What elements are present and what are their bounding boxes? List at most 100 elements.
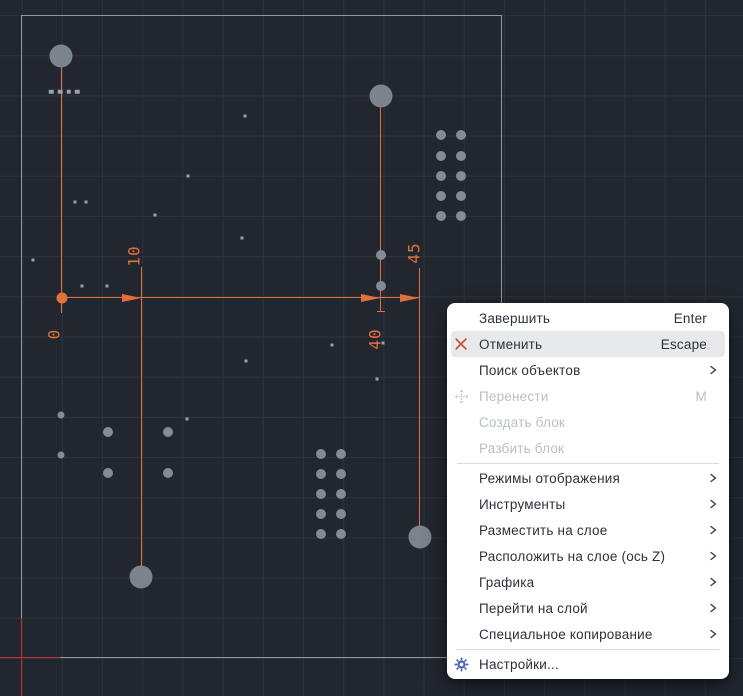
- drawing-circle[interactable]: [129, 565, 152, 588]
- drawing-dot[interactable]: [162, 427, 173, 437]
- dimension-line[interactable]: [60, 56, 63, 313]
- drawing-dot[interactable]: [315, 448, 326, 459]
- menu-item-poisk-obektov[interactable]: Поиск объектов: [451, 357, 725, 383]
- drawing-dot[interactable]: [375, 250, 386, 260]
- drawing-square-marker: [57, 89, 63, 94]
- drawing-dot[interactable]: [455, 190, 466, 201]
- menu-item-label: Настройки...: [479, 656, 559, 672]
- submenu-arrow-icon: [707, 498, 719, 510]
- drawing-dot[interactable]: [336, 528, 346, 539]
- drawing-dot-small[interactable]: [57, 451, 64, 459]
- menu-item-label: Расположить на слое (ось Z): [479, 548, 666, 564]
- menu-item-specialnoe-kopirovanie[interactable]: Специальное копирование: [451, 621, 725, 647]
- menu-item-razmestit-na-sloe[interactable]: Разместить на слое: [451, 517, 725, 543]
- dimension-origin-point[interactable]: [56, 292, 67, 303]
- menu-item-icon-slot: [451, 548, 471, 564]
- drawing-dot-small[interactable]: [57, 411, 64, 418]
- drawing-dot[interactable]: [455, 130, 466, 140]
- menu-item-perenesti: Перенести M: [451, 383, 725, 409]
- drawing-dot[interactable]: [455, 210, 466, 221]
- dimension-text: 0: [44, 328, 64, 340]
- menu-separator: [457, 462, 719, 464]
- drawing-square-marker: [74, 89, 80, 94]
- menu-separator: [457, 648, 719, 650]
- menu-item-instrumenty[interactable]: Инструменты: [451, 491, 725, 517]
- drawing-dot[interactable]: [102, 467, 113, 478]
- menu-item-icon-slot: [451, 310, 471, 326]
- sheet-frame: [21, 15, 502, 658]
- drawing-dot[interactable]: [315, 468, 326, 479]
- submenu-arrow-icon: [707, 364, 719, 376]
- drawing-speckle: [73, 200, 77, 204]
- menu-item-label: Разместить на слое: [479, 522, 608, 538]
- menu-item-nastroyki[interactable]: Настройки...: [451, 651, 725, 677]
- drawing-speckle: [153, 213, 157, 217]
- menu-item-icon-slot: [451, 440, 471, 456]
- dimension-line[interactable]: [377, 310, 385, 312]
- drawing-dot[interactable]: [435, 170, 446, 181]
- drawing-dot[interactable]: [455, 170, 466, 181]
- menu-shortcut: M: [695, 388, 707, 404]
- drawing-square-marker: [66, 89, 71, 94]
- drawing-dot[interactable]: [336, 448, 346, 459]
- menu-item-icon-slot: [451, 626, 471, 642]
- menu-item-label: Поиск объектов: [479, 362, 581, 378]
- drawing-speckle: [31, 258, 35, 262]
- cad-drawing-area[interactable]: 0 10 40 45 Завершить Enter Отменить Escape Поис…: [0, 0, 743, 696]
- drawing-dot[interactable]: [435, 210, 446, 221]
- submenu-arrow-icon: [707, 524, 719, 536]
- drawing-dot[interactable]: [435, 130, 446, 140]
- menu-item-pereyti-na-sloy[interactable]: Перейти на слой: [451, 595, 725, 621]
- drawing-dot[interactable]: [315, 528, 326, 539]
- drawing-dot[interactable]: [455, 150, 466, 161]
- dimension-text: 45: [404, 242, 423, 264]
- menu-item-otmenit[interactable]: Отменить Escape: [451, 331, 725, 357]
- drawing-dot[interactable]: [435, 190, 446, 201]
- drawing-speckle: [80, 284, 84, 288]
- dimension-text: 10: [124, 244, 143, 267]
- menu-item-razbit-blok: Разбить блок: [451, 435, 725, 461]
- drawing-dot[interactable]: [162, 467, 173, 478]
- menu-item-icon-slot: [451, 362, 471, 378]
- menu-item-raspolozhit-na-sloe-os-z[interactable]: Расположить на слое (ось Z): [451, 543, 725, 569]
- drawing-dot[interactable]: [315, 508, 326, 519]
- drawing-speckle: [105, 284, 109, 288]
- menu-item-icon-slot: [451, 600, 471, 616]
- drawing-speckle: [244, 359, 248, 363]
- drawing-dot[interactable]: [336, 468, 346, 479]
- drawing-circle[interactable]: [369, 84, 392, 108]
- drawing-dot[interactable]: [435, 150, 446, 161]
- drawing-circle[interactable]: [408, 525, 431, 548]
- submenu-arrow-icon: [707, 576, 719, 588]
- menu-item-label: Графика: [479, 574, 535, 590]
- dimension-line[interactable]: [418, 268, 421, 537]
- drawing-circle[interactable]: [49, 44, 72, 68]
- drawing-speckle: [330, 343, 334, 347]
- ucs-axis-y: [20, 618, 23, 696]
- menu-item-icon-slot: [451, 496, 471, 512]
- submenu-arrow-icon: [707, 602, 719, 614]
- drawing-speckle: [240, 236, 244, 240]
- drawing-dot[interactable]: [375, 280, 386, 291]
- menu-shortcut: Escape: [660, 336, 707, 352]
- menu-item-rezhimy-otobrazheniya[interactable]: Режимы отображения: [451, 465, 725, 491]
- dimension-line[interactable]: [140, 267, 143, 577]
- drawing-dot[interactable]: [315, 488, 326, 499]
- menu-item-grafika[interactable]: Графика: [451, 569, 725, 595]
- menu-item-icon-slot: [451, 414, 471, 430]
- drawing-speckle: [375, 377, 379, 380]
- dimension-arrowhead: [121, 293, 141, 302]
- context-menu: Завершить Enter Отменить Escape Поиск объект…: [447, 303, 729, 679]
- menu-item-label: Инструменты: [479, 496, 566, 512]
- move-icon: [451, 388, 471, 404]
- submenu-arrow-icon: [707, 472, 719, 484]
- menu-item-zavershit[interactable]: Завершить Enter: [451, 305, 725, 331]
- dimension-text: 40: [365, 328, 385, 350]
- drawing-dot[interactable]: [336, 488, 346, 499]
- menu-item-icon-slot: [451, 574, 471, 590]
- drawing-dot[interactable]: [336, 508, 346, 519]
- dimension-arrowhead: [360, 293, 380, 302]
- dimension-line[interactable]: [379, 96, 382, 312]
- drawing-dot[interactable]: [102, 427, 113, 437]
- cancel-x-icon: [451, 336, 471, 352]
